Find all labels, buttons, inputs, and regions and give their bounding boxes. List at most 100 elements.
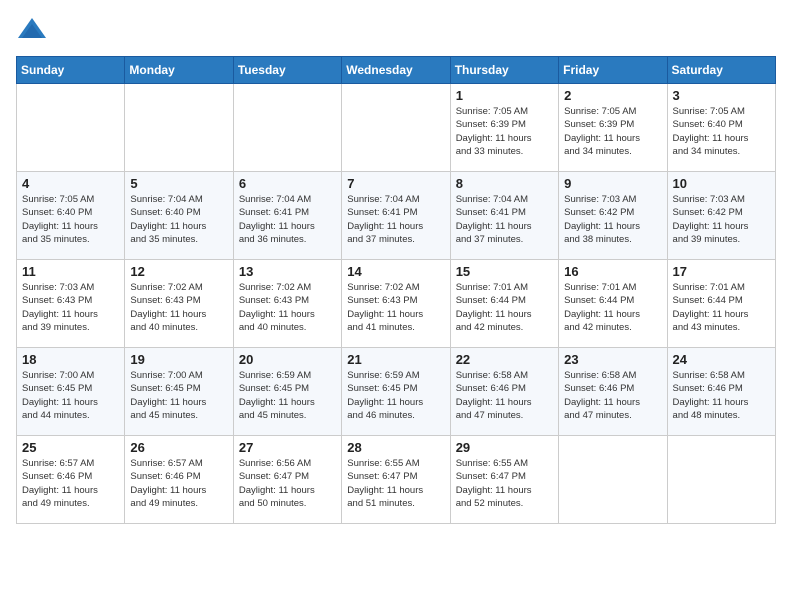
calendar-cell: 18 Sunrise: 7:00 AM Sunset: 6:45 PM Dayli…: [17, 348, 125, 436]
day-info: Sunrise: 7:05 AM Sunset: 6:39 PM Dayligh…: [564, 105, 661, 158]
calendar-week-row: 11 Sunrise: 7:03 AM Sunset: 6:43 PM Dayli…: [17, 260, 776, 348]
day-number: 18: [22, 352, 119, 367]
calendar-cell: 10 Sunrise: 7:03 AM Sunset: 6:42 PM Dayli…: [667, 172, 775, 260]
calendar-cell: 15Sunrise: 7:01 AM Sunset: 6:44 PM Dayli…: [450, 260, 558, 348]
day-number: 12: [130, 264, 227, 279]
day-number: 24: [673, 352, 770, 367]
calendar-cell: [17, 84, 125, 172]
day-number: 17: [673, 264, 770, 279]
calendar-week-row: 25 Sunrise: 6:57 AM Sunset: 6:46 PM Dayli…: [17, 436, 776, 524]
calendar-cell: 12 Sunrise: 7:02 AM Sunset: 6:43 PM Dayli…: [125, 260, 233, 348]
day-info: Sunrise: 7:00 AM Sunset: 6:45 PM Dayligh…: [130, 369, 227, 422]
day-number: 16: [564, 264, 661, 279]
weekday-header: Friday: [559, 57, 667, 84]
day-number: 8: [456, 176, 553, 191]
day-info: Sunrise: 6:58 AM Sunset: 6:46 PM Dayligh…: [564, 369, 661, 422]
day-info: Sunrise: 7:04 AM Sunset: 6:41 PM Dayligh…: [239, 193, 336, 246]
day-info: Sunrise: 6:59 AM Sunset: 6:45 PM Dayligh…: [239, 369, 336, 422]
day-info: Sunrise: 7:04 AM Sunset: 6:40 PM Dayligh…: [130, 193, 227, 246]
day-number: 14: [347, 264, 444, 279]
day-info: Sunrise: 6:56 AM Sunset: 6:47 PM Dayligh…: [239, 457, 336, 510]
weekday-header: Wednesday: [342, 57, 450, 84]
day-info: Sunrise: 7:00 AM Sunset: 6:45 PM Dayligh…: [22, 369, 119, 422]
weekday-header: Sunday: [17, 57, 125, 84]
calendar-cell: 6 Sunrise: 7:04 AM Sunset: 6:41 PM Daylig…: [233, 172, 341, 260]
calendar-week-row: 4 Sunrise: 7:05 AM Sunset: 6:40 PM Daylig…: [17, 172, 776, 260]
day-info: Sunrise: 7:04 AM Sunset: 6:41 PM Dayligh…: [456, 193, 553, 246]
day-number: 3: [673, 88, 770, 103]
day-number: 28: [347, 440, 444, 455]
day-number: 20: [239, 352, 336, 367]
calendar-week-row: 1Sunrise: 7:05 AM Sunset: 6:39 PM Daylig…: [17, 84, 776, 172]
calendar-cell: 28 Sunrise: 6:55 AM Sunset: 6:47 PM Dayli…: [342, 436, 450, 524]
day-number: 21: [347, 352, 444, 367]
day-number: 5: [130, 176, 227, 191]
calendar-cell: 22 Sunrise: 6:58 AM Sunset: 6:46 PM Dayli…: [450, 348, 558, 436]
day-number: 27: [239, 440, 336, 455]
day-info: Sunrise: 7:02 AM Sunset: 6:43 PM Dayligh…: [347, 281, 444, 334]
calendar-cell: 19 Sunrise: 7:00 AM Sunset: 6:45 PM Dayli…: [125, 348, 233, 436]
calendar-cell: 9 Sunrise: 7:03 AM Sunset: 6:42 PM Daylig…: [559, 172, 667, 260]
logo: [16, 16, 52, 44]
weekday-header: Tuesday: [233, 57, 341, 84]
day-number: 26: [130, 440, 227, 455]
day-info: Sunrise: 7:02 AM Sunset: 6:43 PM Dayligh…: [130, 281, 227, 334]
day-info: Sunrise: 7:03 AM Sunset: 6:42 PM Dayligh…: [564, 193, 661, 246]
day-info: Sunrise: 7:01 AM Sunset: 6:44 PM Dayligh…: [564, 281, 661, 334]
calendar-cell: 5 Sunrise: 7:04 AM Sunset: 6:40 PM Daylig…: [125, 172, 233, 260]
day-number: 13: [239, 264, 336, 279]
day-info: Sunrise: 7:01 AM Sunset: 6:44 PM Dayligh…: [673, 281, 770, 334]
calendar-cell: 16 Sunrise: 7:01 AM Sunset: 6:44 PM Dayli…: [559, 260, 667, 348]
calendar-table: SundayMondayTuesdayWednesdayThursdayFrid…: [16, 56, 776, 524]
calendar-cell: 11 Sunrise: 7:03 AM Sunset: 6:43 PM Dayli…: [17, 260, 125, 348]
calendar-cell: 2 Sunrise: 7:05 AM Sunset: 6:39 PM Daylig…: [559, 84, 667, 172]
day-number: 2: [564, 88, 661, 103]
day-number: 22: [456, 352, 553, 367]
day-number: 15: [456, 264, 553, 279]
day-info: Sunrise: 7:05 AM Sunset: 6:39 PM Dayligh…: [456, 105, 553, 158]
day-info: Sunrise: 7:05 AM Sunset: 6:40 PM Dayligh…: [673, 105, 770, 158]
calendar-cell: 23 Sunrise: 6:58 AM Sunset: 6:46 PM Dayli…: [559, 348, 667, 436]
calendar-cell: 17 Sunrise: 7:01 AM Sunset: 6:44 PM Dayli…: [667, 260, 775, 348]
day-number: 4: [22, 176, 119, 191]
day-info: Sunrise: 6:55 AM Sunset: 6:47 PM Dayligh…: [347, 457, 444, 510]
logo-icon: [16, 16, 48, 44]
day-info: Sunrise: 7:05 AM Sunset: 6:40 PM Dayligh…: [22, 193, 119, 246]
calendar-cell: 3 Sunrise: 7:05 AM Sunset: 6:40 PM Daylig…: [667, 84, 775, 172]
day-number: 7: [347, 176, 444, 191]
day-info: Sunrise: 7:03 AM Sunset: 6:43 PM Dayligh…: [22, 281, 119, 334]
day-number: 6: [239, 176, 336, 191]
calendar-cell: [559, 436, 667, 524]
calendar-cell: 27 Sunrise: 6:56 AM Sunset: 6:47 PM Dayli…: [233, 436, 341, 524]
calendar-cell: [342, 84, 450, 172]
day-info: Sunrise: 6:55 AM Sunset: 6:47 PM Dayligh…: [456, 457, 553, 510]
day-info: Sunrise: 6:58 AM Sunset: 6:46 PM Dayligh…: [456, 369, 553, 422]
day-number: 10: [673, 176, 770, 191]
day-number: 25: [22, 440, 119, 455]
day-number: 23: [564, 352, 661, 367]
calendar-cell: [667, 436, 775, 524]
calendar-cell: [233, 84, 341, 172]
day-info: Sunrise: 6:57 AM Sunset: 6:46 PM Dayligh…: [130, 457, 227, 510]
calendar-cell: 20 Sunrise: 6:59 AM Sunset: 6:45 PM Dayli…: [233, 348, 341, 436]
day-number: 19: [130, 352, 227, 367]
day-number: 29: [456, 440, 553, 455]
weekday-header: Saturday: [667, 57, 775, 84]
calendar-cell: 25 Sunrise: 6:57 AM Sunset: 6:46 PM Dayli…: [17, 436, 125, 524]
day-info: Sunrise: 7:04 AM Sunset: 6:41 PM Dayligh…: [347, 193, 444, 246]
page-header: [16, 16, 776, 44]
day-info: Sunrise: 7:03 AM Sunset: 6:42 PM Dayligh…: [673, 193, 770, 246]
calendar-cell: 4 Sunrise: 7:05 AM Sunset: 6:40 PM Daylig…: [17, 172, 125, 260]
calendar-cell: 7 Sunrise: 7:04 AM Sunset: 6:41 PM Daylig…: [342, 172, 450, 260]
day-info: Sunrise: 6:57 AM Sunset: 6:46 PM Dayligh…: [22, 457, 119, 510]
calendar-cell: 29 Sunrise: 6:55 AM Sunset: 6:47 PM Dayli…: [450, 436, 558, 524]
day-number: 9: [564, 176, 661, 191]
calendar-cell: 26 Sunrise: 6:57 AM Sunset: 6:46 PM Dayli…: [125, 436, 233, 524]
day-number: 11: [22, 264, 119, 279]
calendar-cell: 24Sunrise: 6:58 AM Sunset: 6:46 PM Dayli…: [667, 348, 775, 436]
calendar-cell: 14 Sunrise: 7:02 AM Sunset: 6:43 PM Dayli…: [342, 260, 450, 348]
day-info: Sunrise: 6:59 AM Sunset: 6:45 PM Dayligh…: [347, 369, 444, 422]
calendar-cell: 13Sunrise: 7:02 AM Sunset: 6:43 PM Dayli…: [233, 260, 341, 348]
calendar-cell: 8 Sunrise: 7:04 AM Sunset: 6:41 PM Daylig…: [450, 172, 558, 260]
calendar-cell: 21 Sunrise: 6:59 AM Sunset: 6:45 PM Dayli…: [342, 348, 450, 436]
